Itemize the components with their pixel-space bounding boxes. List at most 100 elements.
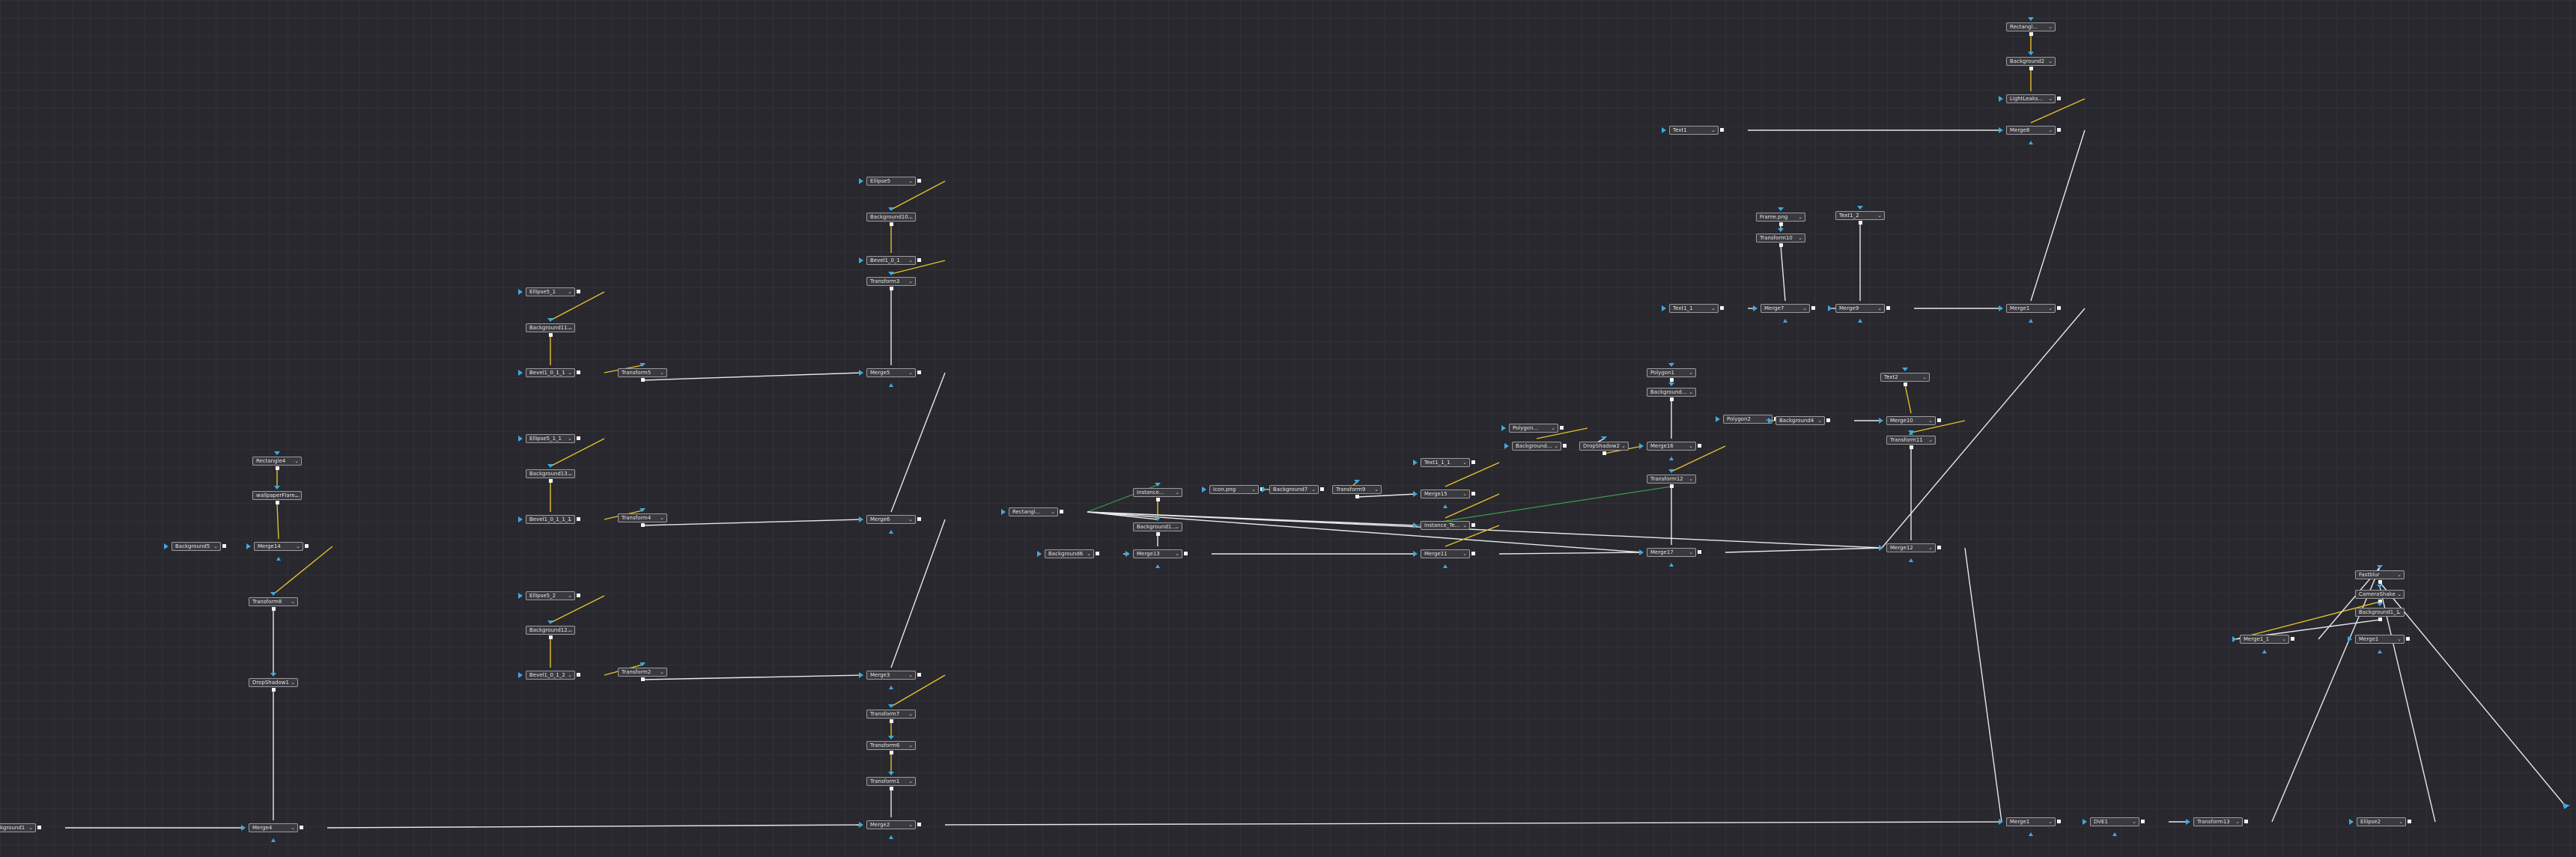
triangle-down-icon[interactable]	[1902, 367, 1908, 371]
square-icon[interactable]	[276, 466, 279, 470]
node-text1-1-1[interactable]: Text1_1_1 ⌄	[1421, 458, 1470, 467]
chevron-down-icon[interactable]: ⌄	[1175, 523, 1179, 531]
chevron-down-icon[interactable]: ⌄	[908, 821, 913, 829]
node-background5[interactable]: Background5 ⌄	[171, 542, 221, 551]
square-icon[interactable]	[890, 222, 893, 226]
square-icon[interactable]	[577, 594, 580, 597]
node-bevel1-0-1-1[interactable]: Bevel1_0_1_1 ⌄	[526, 368, 575, 377]
node-merge4[interactable]: Merge4 ⌄	[249, 823, 298, 832]
chevron-down-icon[interactable]: ⌄	[1087, 550, 1091, 558]
chevron-down-icon[interactable]: ⌄	[1928, 417, 1933, 424]
square-icon[interactable]	[549, 333, 553, 337]
node-bevel1-0-1[interactable]: Bevel1_0_1 ⌄	[866, 256, 916, 265]
node-ellipse5-1[interactable]: Ellipse5_1 ⌄	[526, 287, 575, 296]
square-icon[interactable]	[1471, 460, 1475, 464]
triangle-right-icon[interactable]	[1126, 551, 1130, 557]
triangle-down-icon[interactable]	[1908, 430, 1914, 434]
square-icon[interactable]	[1937, 546, 1941, 549]
node-fastblur[interactable]: Fastblur ⌄	[2355, 570, 2405, 579]
triangle-right-icon[interactable]	[2232, 636, 2237, 642]
chevron-down-icon[interactable]: ⌄	[908, 778, 913, 785]
triangle-down-icon[interactable]	[888, 207, 894, 211]
node-instance[interactable]: Instance... ⌄	[1133, 488, 1182, 497]
node-merge7[interactable]: Merge7 ⌄	[1761, 304, 1810, 313]
node-merge6[interactable]: Merge6 ⌄	[866, 515, 916, 524]
node-merge9[interactable]: Merge9 ⌄	[1835, 304, 1885, 313]
node-text2[interactable]: Text2 ⌄	[1880, 373, 1930, 382]
chevron-down-icon[interactable]: ⌄	[908, 177, 913, 185]
chevron-down-icon[interactable]: ⌄	[1817, 417, 1822, 424]
node-transform5[interactable]: Transform5 ⌄	[618, 368, 667, 377]
chevron-down-icon[interactable]: ⌄	[908, 213, 913, 221]
square-icon[interactable]	[276, 501, 279, 504]
triangle-down-icon[interactable]	[888, 772, 894, 775]
triangle-down-icon[interactable]	[274, 451, 280, 455]
node-lightleaks[interactable]: LightLeaks... ⌄	[2006, 94, 2056, 103]
triangle-down-icon[interactable]	[888, 736, 894, 739]
mask-input-icon[interactable]	[1858, 319, 1862, 323]
node-instance-te[interactable]: Instance_Te... ⌄	[1421, 521, 1470, 530]
square-icon[interactable]	[1670, 378, 1674, 382]
triangle-right-icon[interactable]	[1753, 305, 1758, 311]
mask-input-icon[interactable]	[1443, 564, 1448, 568]
square-icon[interactable]	[917, 179, 921, 183]
chevron-down-icon[interactable]: ⌄	[2048, 58, 2053, 65]
triangle-down-icon[interactable]	[1668, 382, 1674, 386]
square-icon[interactable]	[1471, 492, 1475, 495]
node-icon-png[interactable]: Icon.png ⌄	[1209, 485, 1259, 494]
triangle-right-icon[interactable]	[1662, 127, 1666, 133]
chevron-down-icon[interactable]: ⌄	[908, 671, 913, 679]
mask-input-icon[interactable]	[889, 383, 893, 387]
node-transform9[interactable]: Transform9 ⌄	[1332, 485, 1382, 494]
node-merge1-1[interactable]: Merge1_1 ⌄	[2240, 635, 2289, 644]
mask-input-icon[interactable]	[1909, 558, 1913, 562]
chevron-down-icon[interactable]: ⌄	[1462, 522, 1467, 529]
square-icon[interactable]	[1904, 382, 1907, 386]
node-merge13[interactable]: Merge13 ⌄	[1133, 549, 1182, 558]
square-icon[interactable]	[917, 517, 921, 521]
triangle-down-icon[interactable]	[640, 363, 645, 367]
square-icon[interactable]	[2141, 820, 2145, 823]
chevron-down-icon[interactable]: ⌄	[294, 492, 299, 499]
chevron-down-icon[interactable]: ⌄	[1802, 305, 1807, 312]
node-merge12[interactable]: Merge12 ⌄	[1886, 543, 1936, 552]
square-icon[interactable]	[549, 635, 553, 639]
chevron-down-icon[interactable]: ⌄	[908, 710, 913, 718]
square-icon[interactable]	[1937, 418, 1941, 422]
node-background4[interactable]: Background4 ⌄	[1775, 416, 1825, 425]
triangle-down-icon[interactable]	[2377, 585, 2383, 588]
square-icon[interactable]	[1096, 552, 1099, 555]
triangle-right-icon[interactable]	[1716, 416, 1720, 422]
square-icon[interactable]	[1859, 221, 1862, 225]
mask-input-icon[interactable]	[2262, 650, 2267, 653]
mask-input-icon[interactable]	[271, 838, 276, 842]
node-background2[interactable]: Background2 ⌄	[2006, 57, 2056, 66]
node-merge14[interactable]: Merge14 ⌄	[254, 542, 303, 551]
node-transform6[interactable]: Transform6 ⌄	[866, 741, 916, 750]
chevron-down-icon[interactable]: ⌄	[1711, 126, 1716, 134]
mask-input-icon[interactable]	[2112, 832, 2117, 836]
node-bevel1-0-1-2[interactable]: Bevel1_0_1_2 ⌄	[526, 671, 575, 680]
mask-input-icon[interactable]	[889, 686, 893, 689]
triangle-right-icon[interactable]	[1413, 551, 1418, 557]
node-ellipse5-2[interactable]: Ellipse5_2 ⌄	[526, 591, 575, 600]
chevron-down-icon[interactable]: ⌄	[1462, 459, 1467, 466]
triangle-right-icon[interactable]	[859, 178, 863, 184]
square-icon[interactable]	[1563, 444, 1567, 448]
mask-input-icon[interactable]	[1155, 564, 1160, 568]
node-transform8[interactable]: Transform8 ⌄	[249, 597, 298, 606]
triangle-down-icon[interactable]	[547, 620, 553, 624]
chevron-down-icon[interactable]: ⌄	[1175, 489, 1179, 496]
triangle-right-icon[interactable]	[1639, 443, 1644, 449]
chevron-down-icon[interactable]: ⌄	[660, 514, 664, 522]
chevron-down-icon[interactable]: ⌄	[2132, 818, 2136, 826]
chevron-down-icon[interactable]: ⌄	[2048, 23, 2053, 31]
triangle-down-icon[interactable]	[888, 272, 894, 275]
chevron-down-icon[interactable]: ⌄	[1621, 442, 1626, 450]
square-icon[interactable]	[1826, 418, 1830, 422]
square-icon[interactable]	[641, 378, 645, 382]
chevron-down-icon[interactable]: ⌄	[660, 369, 664, 376]
chevron-down-icon[interactable]: ⌄	[1689, 442, 1693, 450]
chevron-down-icon[interactable]: ⌄	[568, 516, 572, 523]
square-icon[interactable]	[2244, 820, 2248, 823]
